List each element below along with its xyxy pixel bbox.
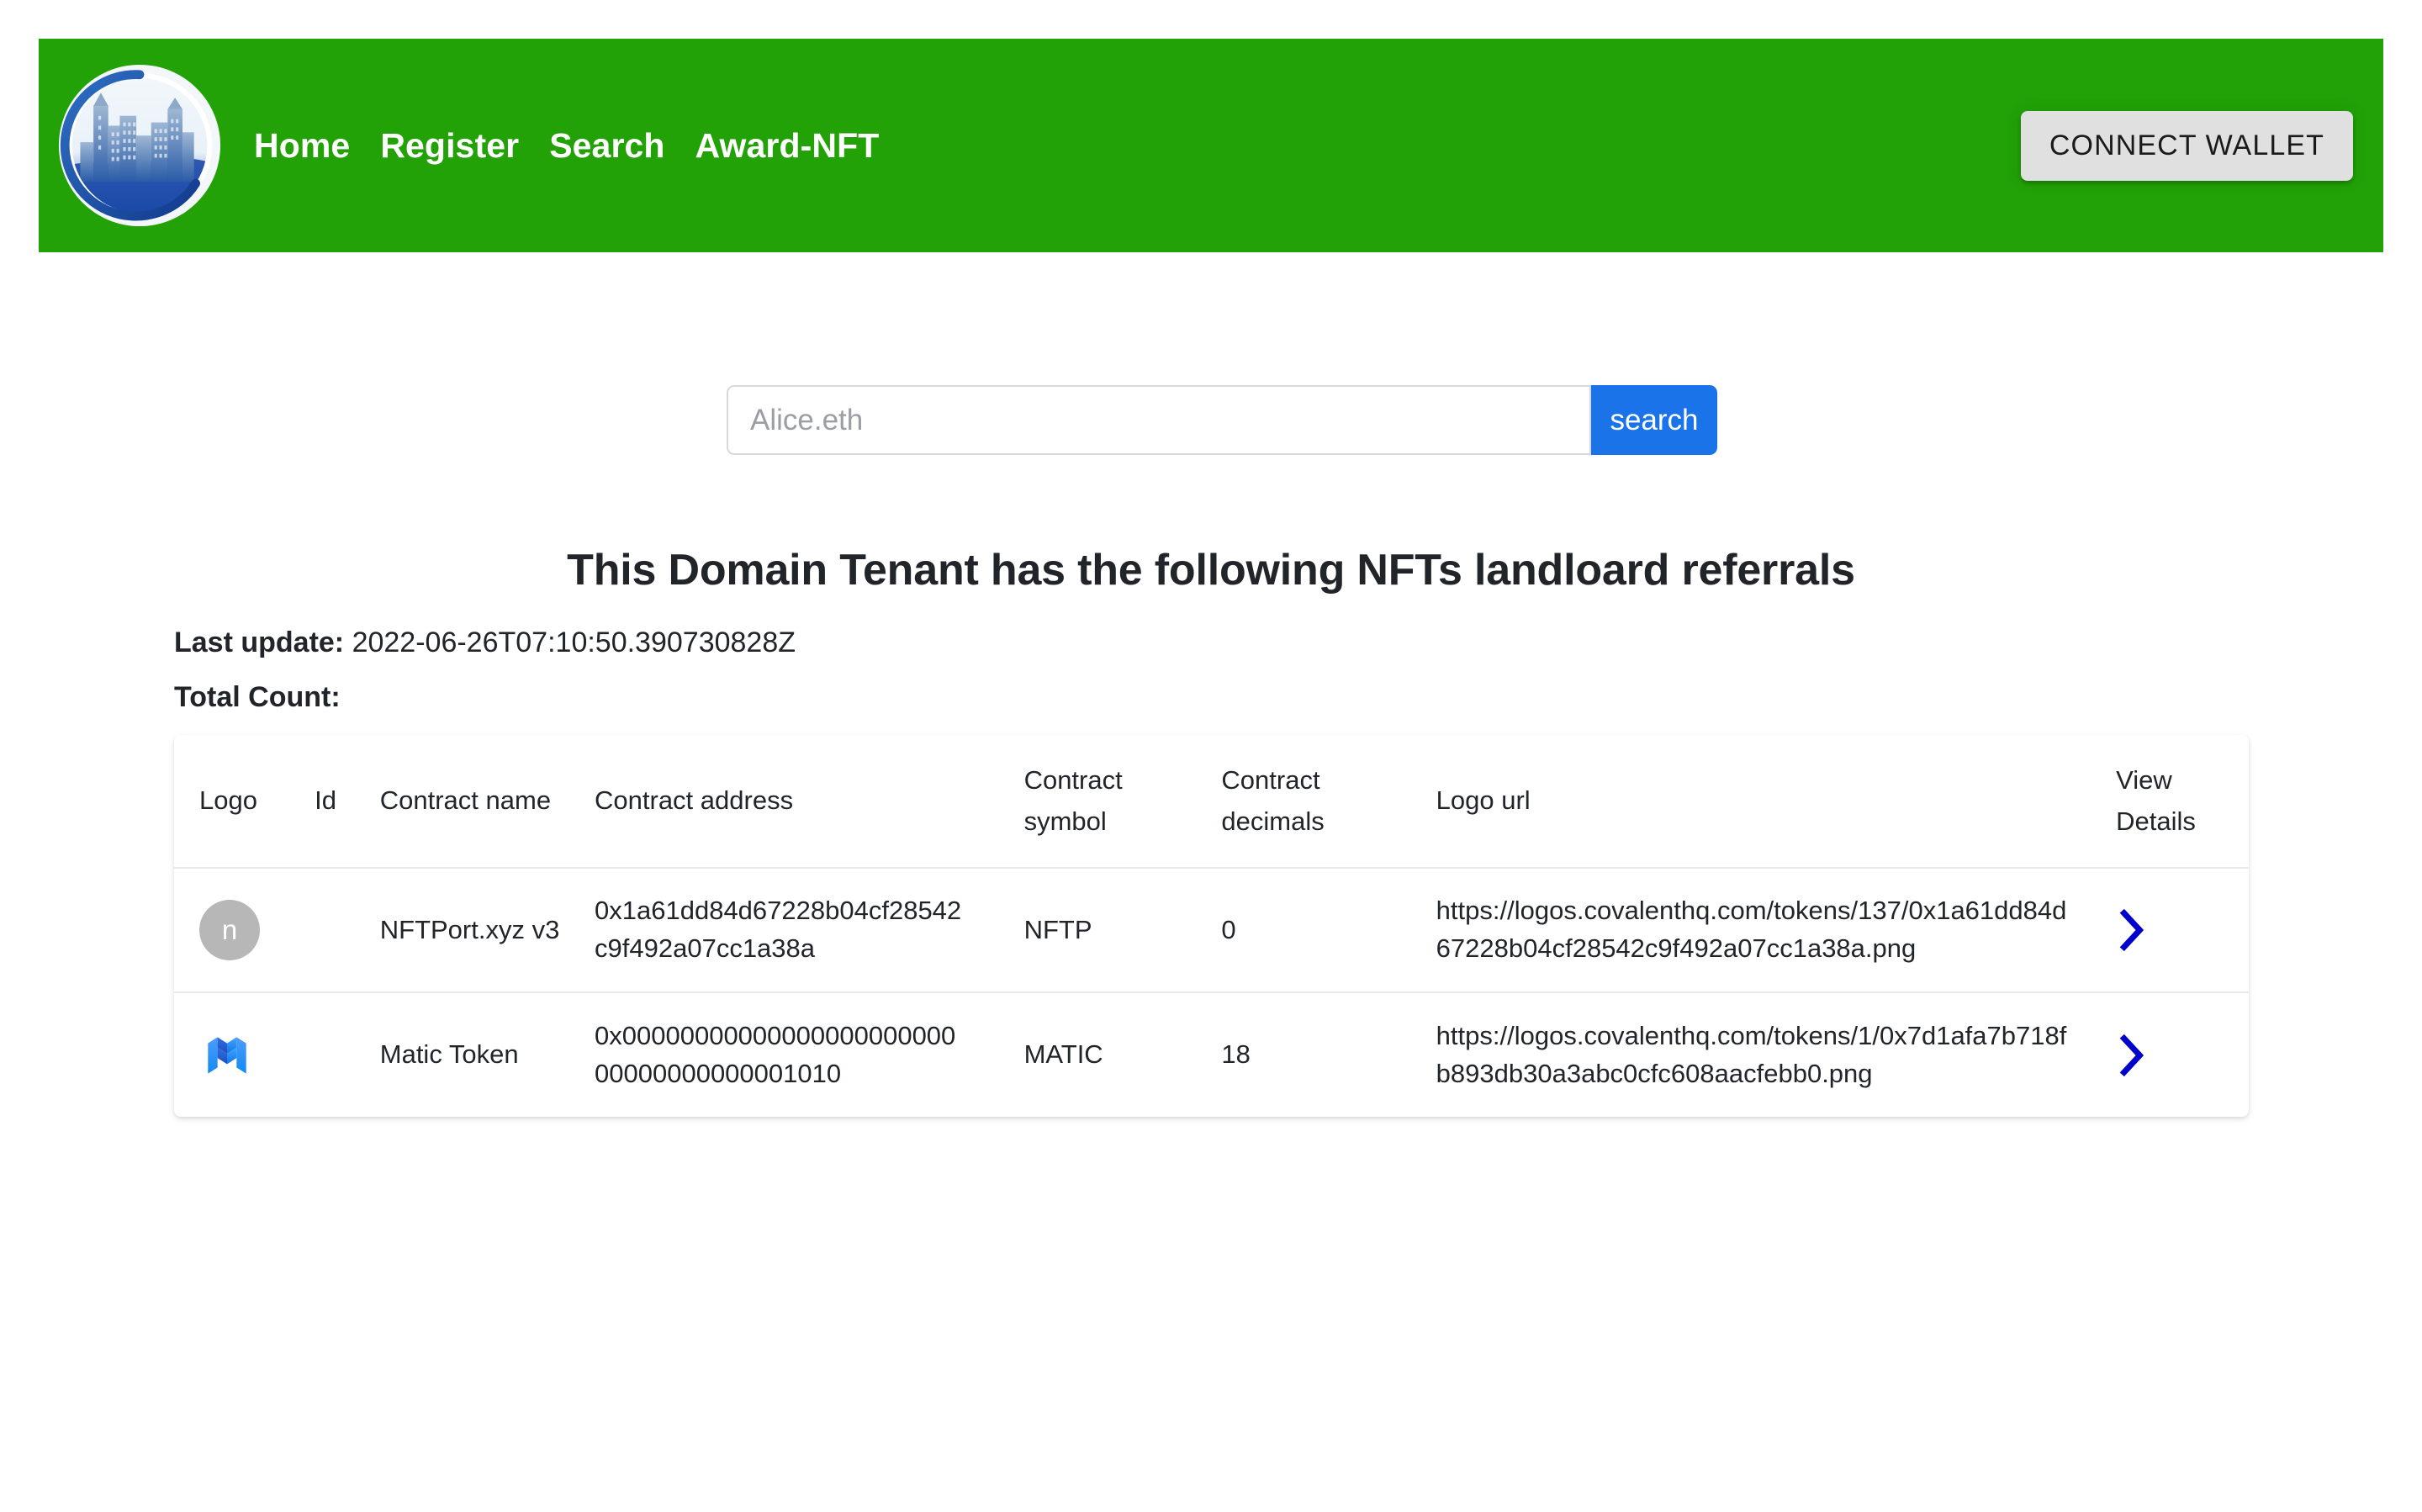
logo-url-text: https://logos.covalenthq.com/tokens/137/…	[1436, 896, 2067, 963]
nav-link-award-nft[interactable]: Award-NFT	[695, 126, 880, 165]
logo-url-text: https://logos.covalenthq.com/tokens/1/0x…	[1436, 1020, 2067, 1088]
cell-logo-url: https://logos.covalenthq.com/tokens/137/…	[1424, 867, 2095, 992]
cell-id	[303, 867, 368, 992]
cell-view-details[interactable]	[2094, 867, 2249, 992]
nav-link-home[interactable]: Home	[254, 126, 350, 165]
avatar-initial-icon: n	[199, 900, 260, 960]
last-update-label: Last update:	[174, 626, 345, 658]
contract-address-text: 0x00000000000000000000000000000000000010…	[595, 1020, 956, 1088]
cell-contract-address: 0x00000000000000000000000000000000000010…	[583, 991, 1013, 1117]
contract-address-text: 0x1a61dd84d67228b04cf28542c9f492a07cc1a3…	[595, 896, 962, 963]
chevron-right-icon[interactable]	[2116, 1032, 2148, 1079]
connect-wallet-button[interactable]: CONNECT WALLET	[2020, 110, 2353, 181]
cell-contract-address: 0x1a61dd84d67228b04cf28542c9f492a07cc1a3…	[583, 867, 1013, 992]
column-header-contract-address: Contract address	[595, 785, 794, 816]
contract-name-text: Matic Token	[379, 1039, 519, 1070]
cell-logo	[174, 991, 304, 1117]
matic-token-logo-icon	[208, 1036, 246, 1074]
nav-link-search[interactable]: Search	[549, 126, 664, 165]
column-header-id: Id	[315, 785, 337, 816]
column-header-logo-url: Logo url	[1436, 785, 1531, 816]
column-header-logo: Logo	[199, 785, 257, 816]
cell-contract-name: Matic Token	[368, 991, 584, 1117]
cell-contract-name: NFTPort.xyz v3	[368, 867, 584, 992]
cell-id	[303, 991, 368, 1117]
total-count-line: Total Count:	[174, 681, 341, 714]
contract-name-text: NFTPort.xyz v3	[379, 914, 560, 944]
column-header-contract-decimals: Contract decimals	[1221, 765, 1325, 836]
cell-contract-decimals: 0	[1209, 867, 1425, 992]
column-header-contract-name: Contract name	[379, 785, 552, 816]
cell-contract-symbol: MATIC	[1012, 991, 1210, 1117]
cell-contract-symbol: NFTP	[1012, 867, 1210, 992]
table-row: Matic Token 0x00000000000000000000000000…	[174, 991, 2249, 1117]
table-header-row: Logo Id Contract name Contract address C…	[174, 735, 2249, 868]
column-header-contract-symbol: Contract symbol	[1023, 765, 1123, 836]
city-skyline-logo-icon[interactable]	[57, 63, 222, 228]
table-head: Logo Id Contract name Contract address C…	[174, 735, 2249, 868]
search-button[interactable]: search	[1591, 385, 1717, 455]
search-bar: search	[727, 385, 1717, 455]
cell-contract-decimals: 18	[1209, 991, 1425, 1117]
table-body: n NFTPort.xyz v3 0x1a61dd84d67228b04cf28…	[174, 867, 2249, 1117]
chevron-right-icon[interactable]	[2116, 907, 2148, 954]
cell-logo: n	[174, 867, 304, 992]
cell-logo-url: https://logos.covalenthq.com/tokens/1/0x…	[1424, 991, 2095, 1117]
nft-table: Logo Id Contract name Contract address C…	[174, 735, 2249, 1117]
column-header-view-details: View Details	[2116, 765, 2196, 836]
page-title: This Domain Tenant has the following NFT…	[567, 546, 1855, 595]
nav-link-register[interactable]: Register	[380, 126, 519, 165]
last-update-line: Last update: 2022-06-26T07:10:50.3907308…	[174, 626, 796, 659]
table-row: n NFTPort.xyz v3 0x1a61dd84d67228b04cf28…	[174, 867, 2249, 992]
top-navbar: Home Register Search Award-NFT CONNECT W…	[39, 39, 2383, 252]
nav-item-register[interactable]: Register	[380, 126, 519, 166]
last-update-value: 2022-06-26T07:10:50.390730828Z	[352, 626, 796, 658]
page-root: Home Register Search Award-NFT CONNECT W…	[0, 0, 2422, 1512]
nav-item-award-nft[interactable]: Award-NFT	[695, 126, 880, 166]
nav-links: Home Register Search Award-NFT	[254, 126, 879, 166]
cell-view-details[interactable]	[2094, 991, 2249, 1117]
search-input[interactable]	[727, 385, 1591, 455]
nft-table-card: Logo Id Contract name Contract address C…	[174, 735, 2249, 1117]
nav-item-search[interactable]: Search	[549, 126, 664, 166]
nav-item-home[interactable]: Home	[254, 126, 350, 166]
total-count-label: Total Count:	[174, 681, 341, 713]
